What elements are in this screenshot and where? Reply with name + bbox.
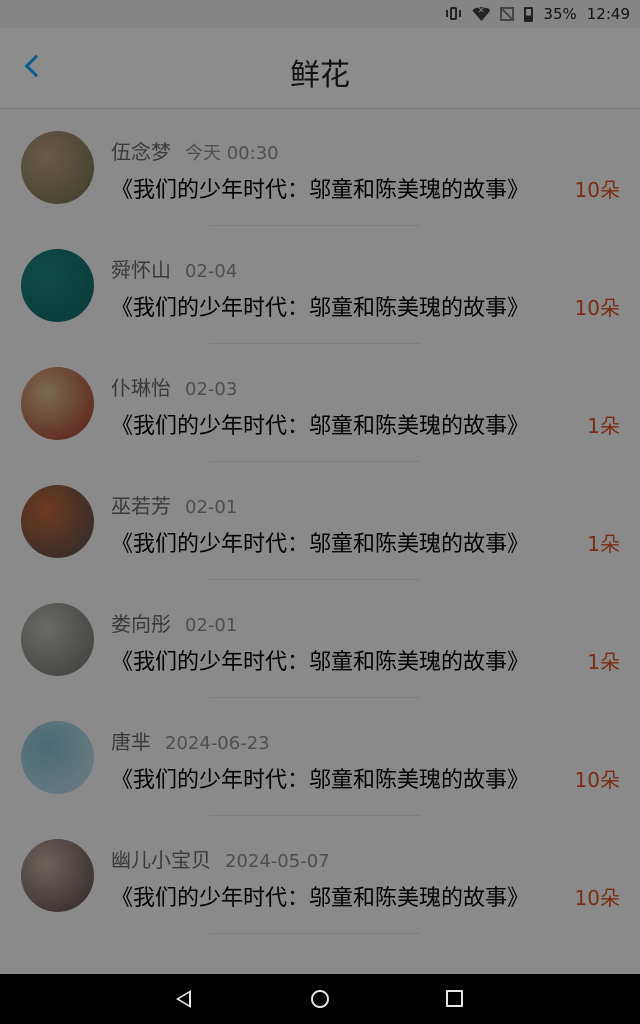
battery-percentage: 35% bbox=[543, 5, 577, 23]
status-bar: 35% 12:49 bbox=[0, 0, 640, 28]
system-nav-bar bbox=[0, 974, 640, 1024]
user-name-text: 娄向彤 bbox=[111, 612, 171, 636]
user-name: 仆琳怡 02-03 bbox=[111, 372, 237, 401]
user-name-text: 巫若芳 bbox=[111, 494, 171, 518]
avatar[interactable] bbox=[21, 367, 94, 440]
list-item[interactable]: 仆琳怡 02-03 《我们的少年时代：邬童和陈美瑰的故事》 1朵 bbox=[0, 344, 640, 462]
book-title: 《我们的少年时代：邬童和陈美瑰的故事》 bbox=[111, 414, 530, 439]
flower-count: 1朵 bbox=[587, 532, 620, 556]
vibrate-icon bbox=[446, 6, 462, 22]
list-item[interactable]: 幽儿小宝贝 2024-05-07 《我们的少年时代：邬童和陈美瑰的故事》 10朵 bbox=[0, 816, 640, 934]
timestamp: 02-03 bbox=[185, 379, 238, 400]
nav-home-icon[interactable] bbox=[311, 990, 329, 1008]
list-item[interactable]: 娄向彤 02-01 《我们的少年时代：邬童和陈美瑰的故事》 1朵 bbox=[0, 580, 640, 698]
user-name: 巫若芳 02-01 bbox=[111, 490, 237, 519]
status-icons: 35% 12:49 bbox=[446, 5, 630, 23]
timestamp: 02-01 bbox=[185, 497, 238, 518]
list-item[interactable]: 伍念梦 今天 00:30 《我们的少年时代：邬童和陈美瑰的故事》 10朵 bbox=[0, 108, 640, 226]
avatar[interactable] bbox=[21, 485, 94, 558]
page-title: 鲜花 bbox=[290, 58, 350, 93]
avatar[interactable] bbox=[21, 839, 94, 912]
nav-recent-apps-icon[interactable] bbox=[446, 990, 463, 1007]
nav-back-icon[interactable] bbox=[176, 990, 191, 1008]
user-name: 唐芈 2024-06-23 bbox=[111, 726, 270, 755]
book-title: 《我们的少年时代：邬童和陈美瑰的故事》 bbox=[111, 886, 530, 911]
book-title: 《我们的少年时代：邬童和陈美瑰的故事》 bbox=[111, 768, 530, 793]
battery-icon bbox=[524, 6, 534, 22]
timestamp: 02-04 bbox=[185, 261, 238, 282]
flower-count: 10朵 bbox=[574, 886, 620, 910]
book-title: 《我们的少年时代：邬童和陈美瑰的故事》 bbox=[111, 178, 530, 203]
avatar[interactable] bbox=[21, 721, 94, 794]
timestamp: 2024-05-07 bbox=[225, 851, 330, 872]
user-name: 娄向彤 02-01 bbox=[111, 608, 237, 637]
avatar[interactable] bbox=[21, 131, 94, 204]
list-item[interactable]: 巫若芳 02-01 《我们的少年时代：邬童和陈美瑰的故事》 1朵 bbox=[0, 462, 640, 580]
user-name: 舜怀山 02-04 bbox=[111, 254, 237, 283]
flower-count: 10朵 bbox=[574, 178, 620, 202]
clock: 12:49 bbox=[586, 5, 630, 23]
timestamp: 今天 00:30 bbox=[185, 143, 279, 164]
avatar[interactable] bbox=[21, 603, 94, 676]
flower-list: 伍念梦 今天 00:30 《我们的少年时代：邬童和陈美瑰的故事》 10朵 舜怀山 0… bbox=[0, 108, 640, 934]
wifi-off-icon bbox=[472, 7, 491, 21]
app-header: 鲜花 bbox=[0, 28, 640, 109]
avatar[interactable] bbox=[21, 249, 94, 322]
book-title: 《我们的少年时代：邬童和陈美瑰的故事》 bbox=[111, 532, 530, 557]
list-item[interactable]: 舜怀山 02-04 《我们的少年时代：邬童和陈美瑰的故事》 10朵 bbox=[0, 226, 640, 344]
user-name-text: 舜怀山 bbox=[111, 258, 171, 282]
timestamp: 2024-06-23 bbox=[165, 733, 270, 754]
no-signal-icon bbox=[500, 7, 515, 21]
user-name-text: 唐芈 bbox=[111, 730, 151, 754]
book-title: 《我们的少年时代：邬童和陈美瑰的故事》 bbox=[111, 296, 530, 321]
timestamp: 02-01 bbox=[185, 615, 238, 636]
user-name-text: 伍念梦 bbox=[111, 140, 171, 164]
flower-count: 10朵 bbox=[574, 296, 620, 320]
flower-count: 10朵 bbox=[574, 768, 620, 792]
list-item[interactable]: 唐芈 2024-06-23 《我们的少年时代：邬童和陈美瑰的故事》 10朵 bbox=[0, 698, 640, 816]
user-name: 伍念梦 今天 00:30 bbox=[111, 136, 279, 165]
user-name-text: 幽儿小宝贝 bbox=[111, 848, 211, 872]
book-title: 《我们的少年时代：邬童和陈美瑰的故事》 bbox=[111, 650, 530, 675]
flower-count: 1朵 bbox=[587, 414, 620, 438]
user-name-text: 仆琳怡 bbox=[111, 376, 171, 400]
divider bbox=[210, 933, 420, 934]
flower-count: 1朵 bbox=[587, 650, 620, 674]
user-name: 幽儿小宝贝 2024-05-07 bbox=[111, 844, 330, 873]
